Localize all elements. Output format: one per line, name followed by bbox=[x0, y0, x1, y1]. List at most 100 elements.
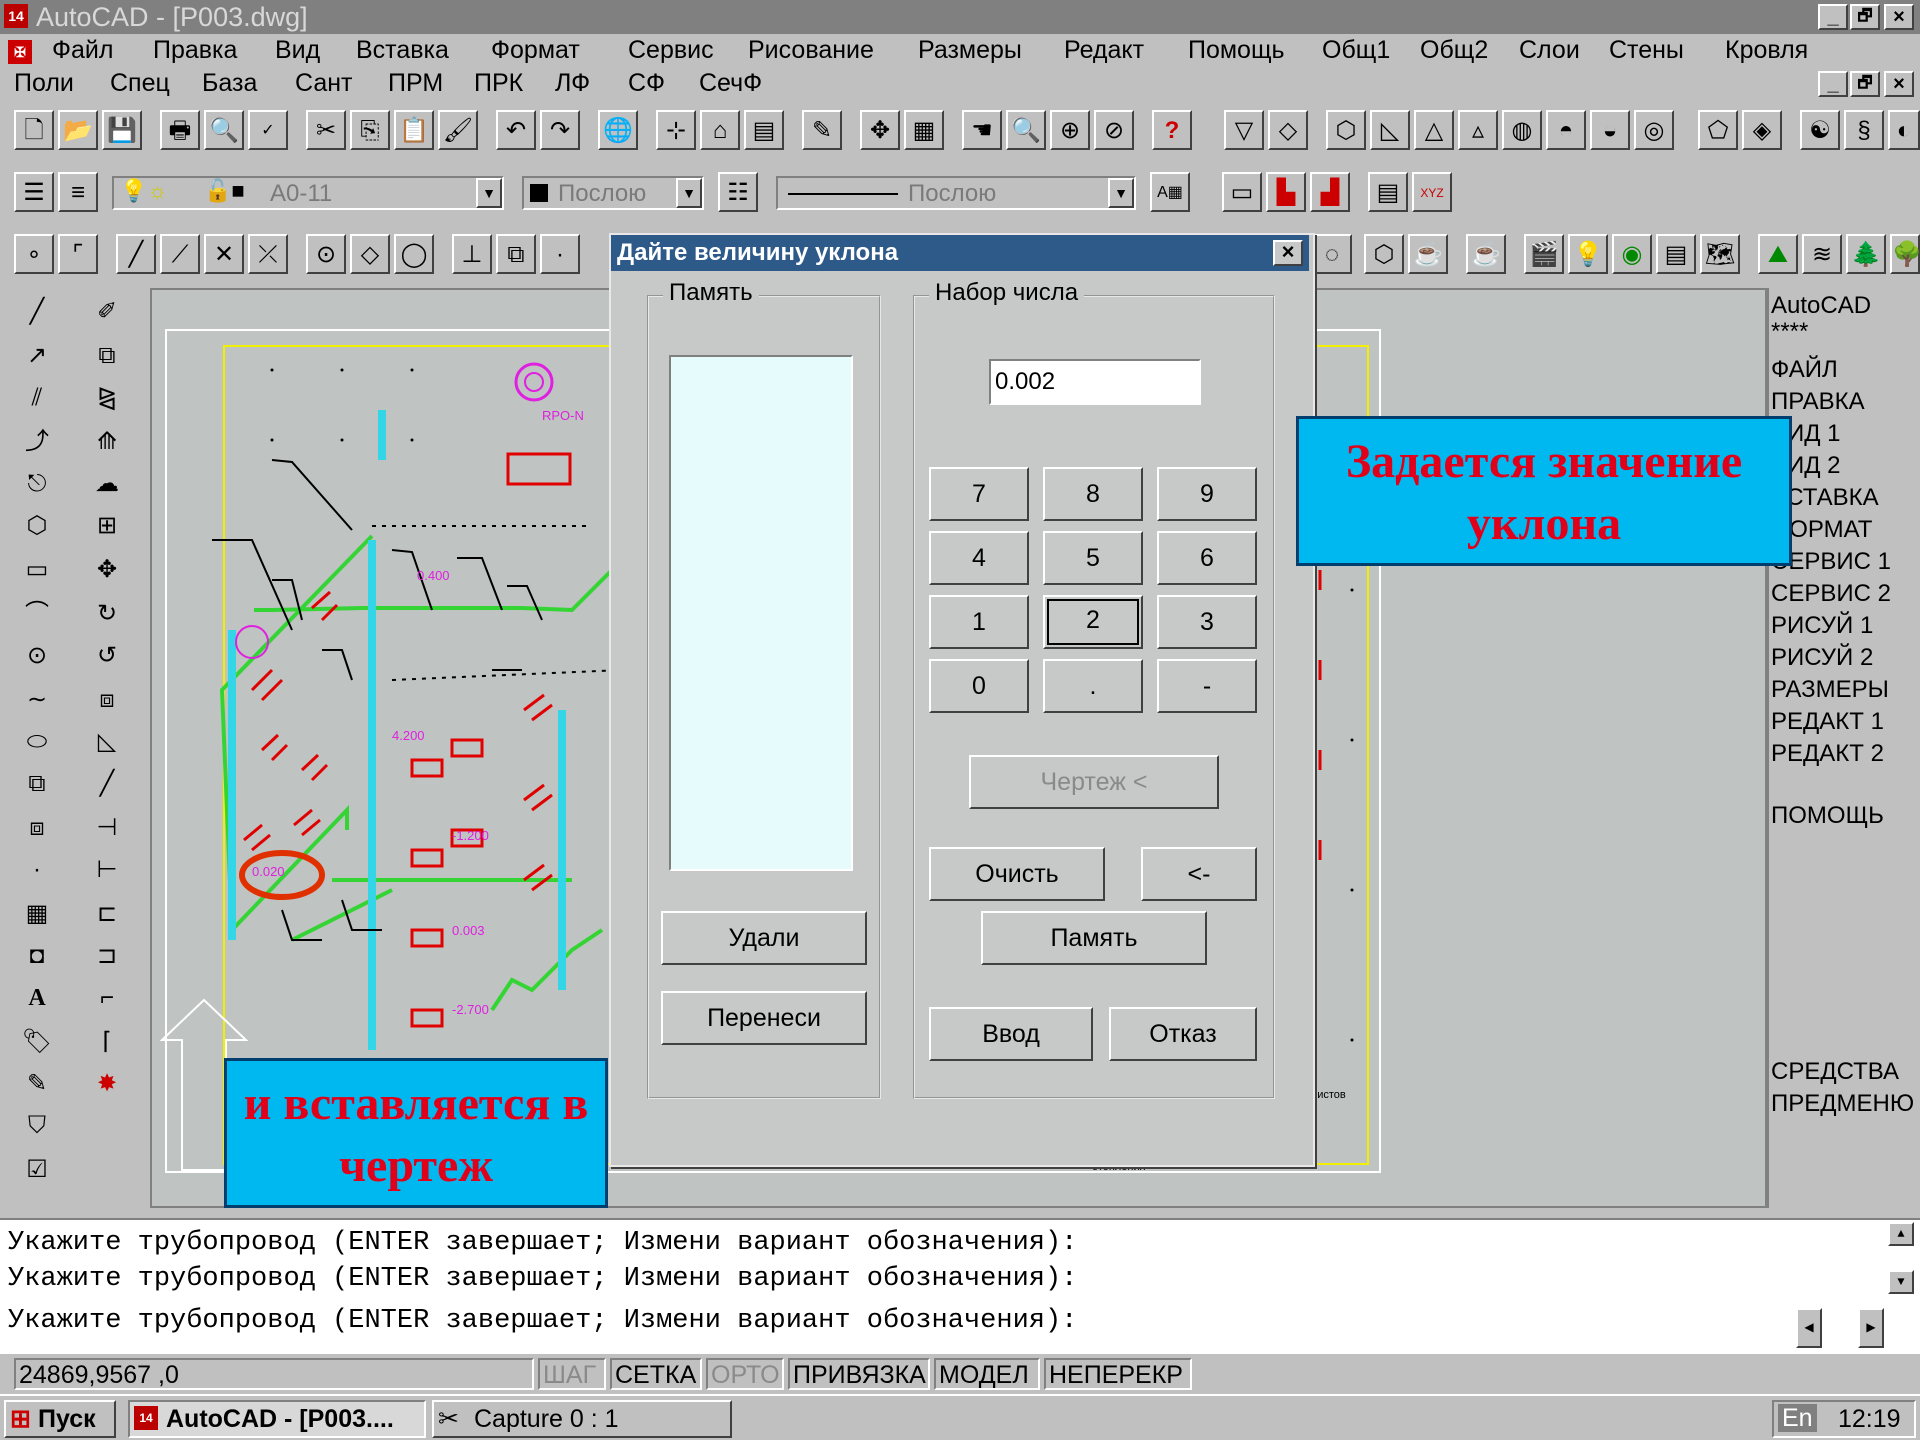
key-6-button[interactable]: 6 bbox=[1157, 531, 1257, 585]
print-preview-icon[interactable]: 🔍 bbox=[204, 110, 244, 150]
key-9-button[interactable]: 9 bbox=[1157, 467, 1257, 521]
menu-walls[interactable]: Стены bbox=[1609, 36, 1684, 65]
linetype-icon[interactable]: ☷ bbox=[718, 172, 758, 212]
doc-minimize-button[interactable]: _ bbox=[1818, 71, 1848, 97]
landscape-library-icon[interactable]: 🌳 bbox=[1890, 234, 1920, 274]
inquiry-icon[interactable]: ▤ bbox=[744, 110, 784, 150]
screen-menu-tools2[interactable]: СЕРВИС 2 bbox=[1771, 580, 1891, 608]
language-indicator[interactable]: En bbox=[1778, 1404, 1817, 1432]
snap-toggle[interactable]: ШАГ bbox=[538, 1358, 606, 1390]
pyramid-3d-icon[interactable]: △ bbox=[1414, 110, 1454, 150]
torus-3d-icon[interactable]: ◎ bbox=[1634, 110, 1674, 150]
tabulated-surface-icon[interactable]: § bbox=[1844, 110, 1884, 150]
sphere-3d-icon[interactable]: ◍ bbox=[1502, 110, 1542, 150]
ray-icon[interactable]: ↗ bbox=[14, 336, 60, 376]
maximize-button[interactable]: 🗗 bbox=[1850, 4, 1880, 30]
menu-sant[interactable]: Сант bbox=[295, 69, 353, 98]
key-minus-button[interactable]: - bbox=[1157, 659, 1257, 713]
doc-maximize-button[interactable]: 🗗 bbox=[1850, 71, 1880, 97]
undo-icon[interactable]: ↶ bbox=[496, 110, 536, 150]
line-icon[interactable]: ╱ bbox=[116, 234, 156, 274]
scale-icon[interactable]: ⧈ bbox=[84, 680, 130, 720]
command-prompt-line[interactable]: Укажите трубопровод (ENTER завершает; Из… bbox=[8, 1306, 1077, 1336]
trim-icon[interactable]: ⊣ bbox=[84, 808, 130, 848]
polyline-icon[interactable]: ⤴ bbox=[14, 422, 60, 462]
chamfer-icon[interactable]: ⌐ bbox=[84, 978, 130, 1018]
xline-icon[interactable]: ⟋ bbox=[160, 234, 200, 274]
lengthen-icon[interactable]: ╱ bbox=[84, 764, 130, 804]
render-icon[interactable]: ▽ bbox=[1224, 110, 1264, 150]
grid-toggle[interactable]: СЕТКА bbox=[610, 1358, 702, 1390]
circle-icon[interactable]: ⊙ bbox=[14, 636, 60, 676]
drawing-doc-icon[interactable]: ✠ bbox=[8, 40, 32, 64]
key-3-button[interactable]: 3 bbox=[1157, 595, 1257, 649]
menu-base[interactable]: База bbox=[202, 69, 257, 98]
apparent-intersection-icon[interactable]: ⤫ bbox=[248, 234, 288, 274]
menu-dimension[interactable]: Размеры bbox=[918, 36, 1022, 65]
3d-face-icon[interactable]: ⬠ bbox=[1698, 110, 1738, 150]
center-icon[interactable]: ⊙ bbox=[306, 234, 346, 274]
start-button[interactable]: ⊞ Пуск bbox=[4, 1400, 116, 1438]
lights-icon[interactable]: 💡 bbox=[1568, 234, 1608, 274]
dialog-close-button[interactable]: × bbox=[1273, 240, 1303, 266]
cancel-button[interactable]: Отказ bbox=[1109, 1007, 1257, 1061]
scroll-right-icon[interactable]: ▶ bbox=[1858, 1308, 1884, 1348]
background-icon[interactable]: ⛰ bbox=[1758, 234, 1798, 274]
scenes-icon[interactable]: 🎬 bbox=[1524, 234, 1564, 274]
rotate-3d-icon[interactable]: ↺ bbox=[84, 636, 130, 676]
rectangle-icon[interactable]: ▭ bbox=[14, 550, 60, 590]
grid-array-icon[interactable]: ⊞ bbox=[84, 506, 130, 546]
stretch-icon[interactable]: ◺ bbox=[84, 722, 130, 762]
ellipse-icon[interactable]: ⬭ bbox=[14, 722, 60, 762]
menu-poli[interactable]: Поли bbox=[14, 69, 74, 98]
radiator2-icon[interactable]: ▟ bbox=[1310, 172, 1350, 212]
linetype-dropdown[interactable]: Послою ▼ bbox=[776, 176, 1136, 210]
key-5-button[interactable]: 5 bbox=[1043, 531, 1143, 585]
menu-view[interactable]: Вид bbox=[275, 36, 320, 65]
task-capture[interactable]: ✂ Capture 0 : 1 bbox=[432, 1400, 732, 1438]
revolved-surface-icon[interactable]: ☯ bbox=[1800, 110, 1840, 150]
screen-menu-tools[interactable]: СРЕДСТВА bbox=[1771, 1058, 1899, 1086]
save-icon[interactable]: 💾 bbox=[102, 110, 142, 150]
menu-gen2[interactable]: Общ2 bbox=[1420, 36, 1488, 65]
menu-draw[interactable]: Рисование bbox=[748, 36, 874, 65]
rotate-icon[interactable]: ↻ bbox=[84, 594, 130, 634]
teapot-icon[interactable]: ☕ bbox=[1466, 234, 1506, 274]
paste-icon[interactable]: 📋 bbox=[394, 110, 434, 150]
cone-3d-icon[interactable]: ▵ bbox=[1458, 110, 1498, 150]
print-icon[interactable]: 🖶 bbox=[160, 110, 200, 150]
match-properties-icon[interactable]: 🖌 bbox=[438, 110, 478, 150]
menu-layers[interactable]: Слои bbox=[1519, 36, 1580, 65]
menu-edit[interactable]: Правка bbox=[153, 36, 237, 65]
shield-icon[interactable]: ⛉ bbox=[14, 1106, 60, 1146]
break-icon[interactable]: ⊏ bbox=[84, 894, 130, 934]
osnap-toggle[interactable]: ПРИВЯЗКА bbox=[788, 1358, 930, 1390]
properties-icon[interactable]: A▦ bbox=[1150, 172, 1190, 212]
zoom-window-icon[interactable]: ⊕ bbox=[1050, 110, 1090, 150]
tangent-icon[interactable]: ◯ bbox=[394, 234, 434, 274]
render-cube-icon[interactable]: ⬡ bbox=[1364, 234, 1404, 274]
pipe-tool-icon[interactable]: ▭ bbox=[1222, 172, 1262, 212]
arc-icon[interactable]: ⌒ bbox=[14, 594, 60, 634]
zoom-realtime-icon[interactable]: 🔍 bbox=[1006, 110, 1046, 150]
pan-icon[interactable]: ✥ bbox=[860, 110, 900, 150]
clear-button[interactable]: Очисть bbox=[929, 847, 1105, 901]
key-7-button[interactable]: 7 bbox=[929, 467, 1029, 521]
dome-3d-icon[interactable]: ◓ bbox=[1546, 110, 1586, 150]
attribute-icon[interactable]: 🏷 bbox=[14, 1022, 60, 1062]
menu-sechf[interactable]: СечФ bbox=[699, 69, 762, 98]
copy-icon[interactable]: ⎘ bbox=[350, 110, 390, 150]
make-layer-current-icon[interactable]: ≡ bbox=[58, 172, 98, 212]
menu-tools[interactable]: Сервис bbox=[628, 36, 714, 65]
render-scene-icon[interactable]: ☕ bbox=[1408, 234, 1448, 274]
nearest-icon[interactable]: · bbox=[540, 234, 580, 274]
screen-menu-autocad[interactable]: AutoCAD bbox=[1771, 292, 1871, 320]
key-0-button[interactable]: 0 bbox=[929, 659, 1029, 713]
zoom-previous-icon[interactable]: ⊘ bbox=[1094, 110, 1134, 150]
materials-library-icon[interactable]: ▤ bbox=[1656, 234, 1696, 274]
coordinates-readout[interactable]: 24869,9567 ,0 bbox=[14, 1358, 534, 1390]
perpendicular-icon[interactable]: ⊥ bbox=[452, 234, 492, 274]
explode-icon[interactable]: ✸ bbox=[84, 1064, 130, 1104]
menu-gen1[interactable]: Общ1 bbox=[1322, 36, 1390, 65]
screen-menu-draw2[interactable]: РИСУЙ 2 bbox=[1771, 644, 1873, 672]
